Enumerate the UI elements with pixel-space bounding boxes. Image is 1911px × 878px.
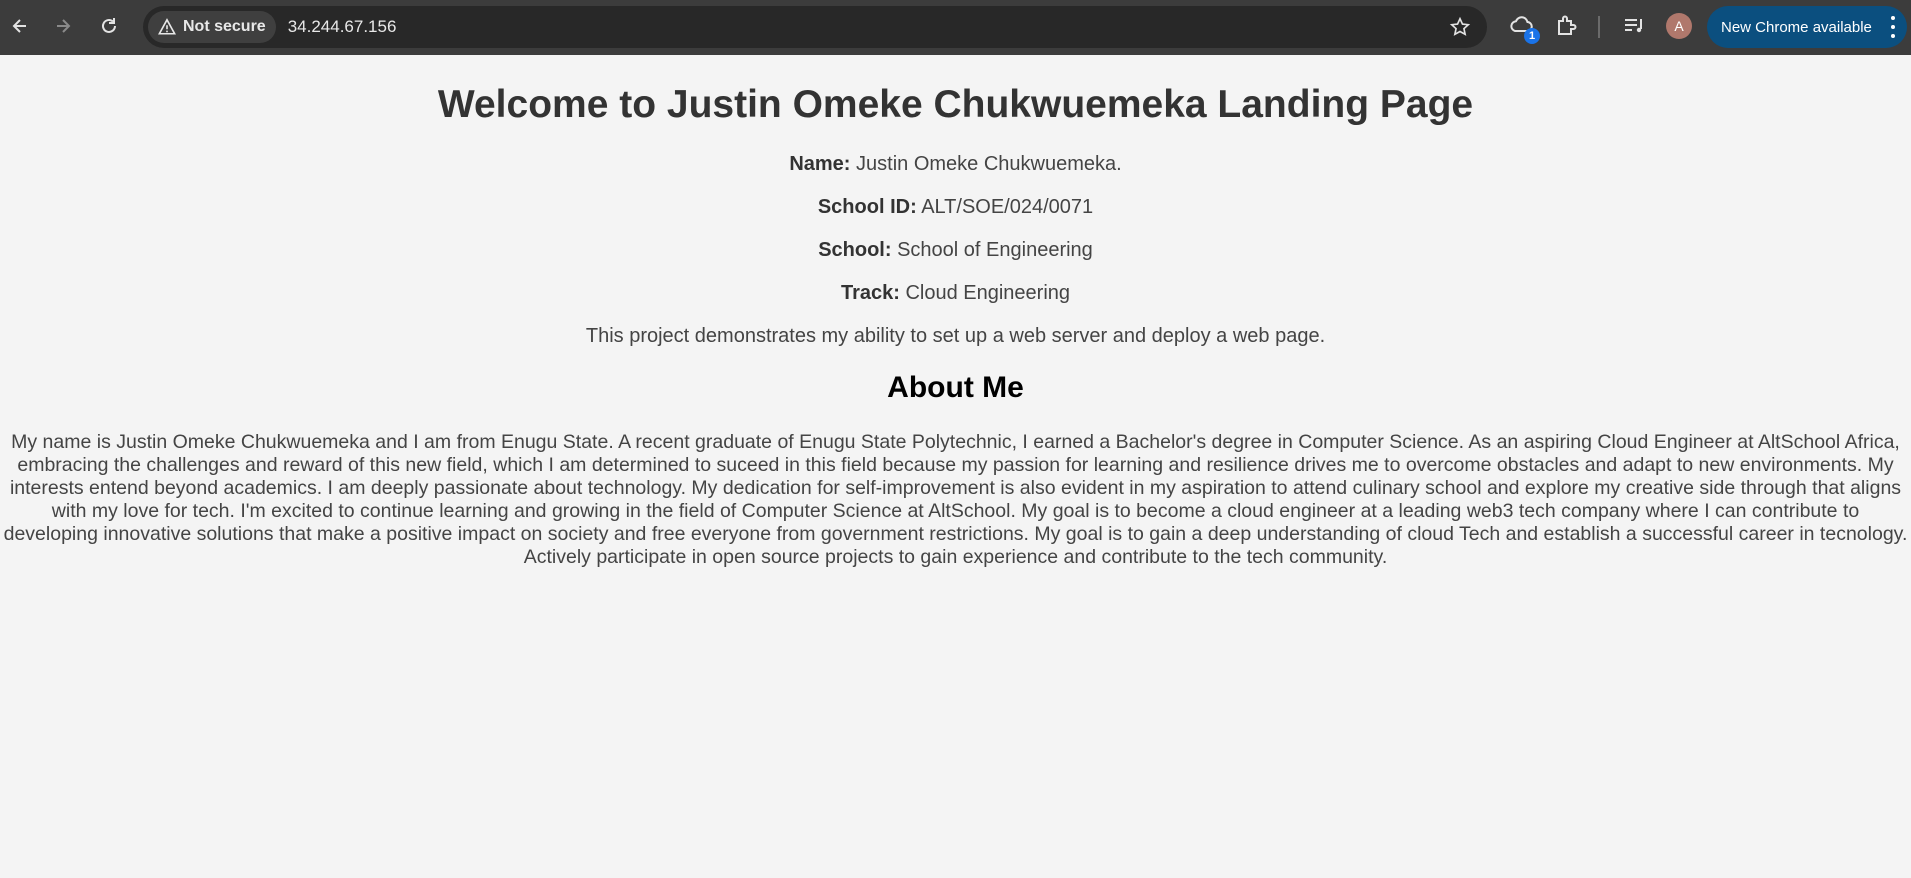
detail-track: Track: Cloud Engineering [0,282,1911,305]
back-button[interactable] [2,8,38,44]
media-controls-icon[interactable] [1621,13,1647,39]
detail-label: Track: [840,282,900,304]
about-text: My name is Justin Omeke Chukwuemeka and … [3,431,1908,568]
url-text[interactable]: 34.244.67.156 [288,17,397,37]
detail-value: Cloud Engineering [905,282,1071,304]
about-heading: About Me [887,371,1024,404]
detail-label: School: [818,239,892,261]
extensions-puzzle-icon[interactable] [1554,13,1580,39]
browser-toolbar: Not secure 34.244.67.156 1 A New Chrome … [0,0,1911,55]
more-options-icon[interactable] [1889,16,1897,38]
arrow-left-icon [12,19,26,33]
detail-value: ALT/SOE/024/0071 [921,196,1094,218]
update-chrome-button[interactable]: New Chrome available [1707,6,1907,48]
detail-label: School ID: [817,196,917,218]
toolbar-divider [1598,16,1600,38]
profile-avatar[interactable]: A [1666,13,1692,39]
project-statement: This project demonstrates my ability to … [585,325,1326,347]
warning-icon [158,18,176,35]
extension-badge: 1 [1524,28,1540,44]
forward-button[interactable] [45,8,81,44]
detail-value: Justin Omeke Chukwuemeka. [856,153,1122,175]
update-label: New Chrome available [1721,18,1872,36]
arrow-right-icon [57,19,71,33]
detail-school: School: School of Engineering [0,239,1911,262]
reload-button[interactable] [91,8,127,44]
detail-label: Name: [789,153,851,175]
detail-school-id: School ID: ALT/SOE/024/0071 [0,196,1911,219]
address-bar[interactable]: Not secure 34.244.67.156 [143,6,1487,48]
detail-value: School of Engineering [897,239,1093,261]
reload-icon [102,18,116,33]
detail-name: Name: Justin Omeke Chukwuemeka. [0,153,1911,176]
bookmark-star-icon[interactable] [1449,16,1471,38]
page-title: Welcome to Justin Omeke Chukwuemeka Land… [437,83,1474,126]
security-indicator[interactable]: Not secure [148,11,276,43]
security-label: Not secure [183,18,266,35]
